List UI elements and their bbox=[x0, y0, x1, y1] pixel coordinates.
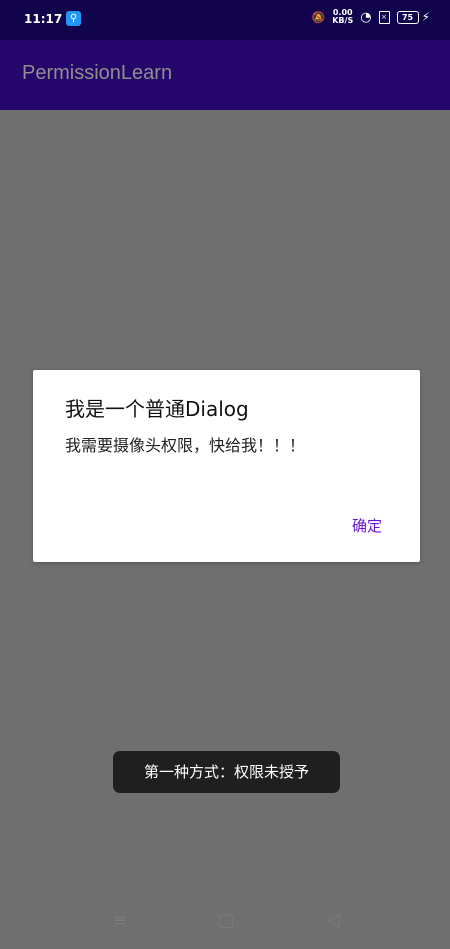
permission-dialog: 我是一个普通Dialog 我需要摄像头权限，快给我！！！ 确定 bbox=[33, 370, 420, 562]
status-icons: 🔕 0.00 KB/S ◔ × 75 ⚡ bbox=[312, 9, 430, 25]
back-icon[interactable]: ◁ bbox=[318, 910, 348, 931]
battery-indicator: 75 bbox=[396, 10, 419, 24]
confirm-button[interactable]: 确定 bbox=[352, 515, 382, 536]
battery-level: 75 bbox=[401, 12, 414, 22]
menu-icon[interactable]: ≡ bbox=[105, 910, 135, 931]
network-speed-unit: KB/S bbox=[332, 16, 354, 25]
app-bar: PermissionLearn bbox=[0, 40, 450, 110]
charging-icon: ⚡ bbox=[421, 10, 430, 24]
status-bar: 11:17 ⚲ 🔕 0.00 KB/S ◔ × 75 ⚡ bbox=[0, 0, 450, 40]
navigation-bar: ≡ ▢ ◁ bbox=[0, 900, 450, 949]
toast-message: 第一种方式：权限未授予 bbox=[113, 751, 340, 793]
app-title: PermissionLearn bbox=[22, 62, 173, 84]
wifi-icon: ◔ bbox=[360, 9, 372, 25]
mute-icon: 🔕 bbox=[311, 10, 326, 24]
dialog-title: 我是一个普通Dialog bbox=[65, 397, 249, 421]
home-icon[interactable]: ▢ bbox=[211, 910, 241, 931]
sim-card-icon: × bbox=[378, 10, 390, 24]
status-time: 11:17 bbox=[24, 12, 63, 26]
dialog-message: 我需要摄像头权限，快给我！！！ bbox=[65, 436, 306, 455]
network-speed: 0.00 KB/S bbox=[332, 9, 353, 25]
usb-icon: ⚲ bbox=[66, 11, 81, 26]
